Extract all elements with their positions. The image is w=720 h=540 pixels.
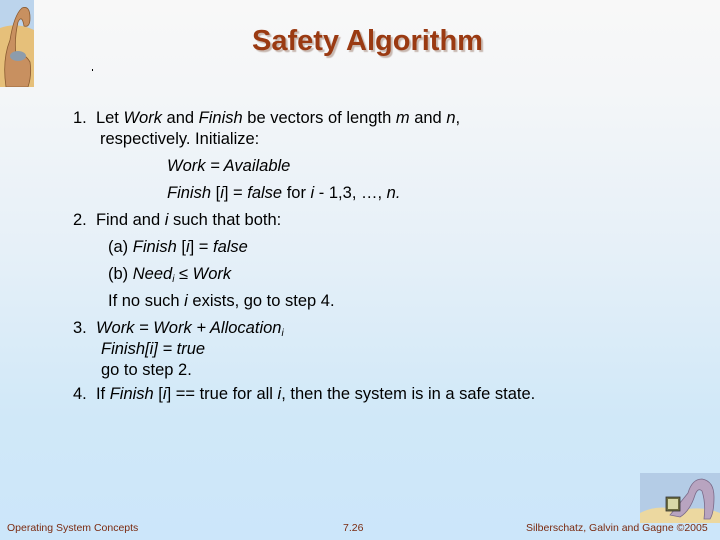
text: and	[161, 109, 199, 127]
step-4-line: 4. If Finish [i] == true for all i, then…	[73, 382, 535, 406]
step-3-line-3: go to step 2.	[101, 361, 192, 379]
text: Work	[123, 109, 162, 127]
text: [	[211, 184, 221, 202]
text: ] = true	[153, 340, 206, 358]
text: and	[409, 109, 447, 127]
text: for	[282, 184, 311, 202]
text: [	[153, 385, 163, 403]
stray-dot	[92, 69, 93, 71]
slide-title: Safety Algorithm	[252, 25, 483, 57]
text: Let	[95, 109, 124, 127]
footer-copyright: Silberschatz, Galvin and Gagne ©2005	[526, 522, 708, 534]
text: ,	[455, 109, 461, 127]
text: Finish	[132, 238, 177, 256]
text: If no such	[108, 292, 185, 310]
text: ≤	[174, 265, 193, 283]
text: n	[446, 109, 456, 127]
text: Need	[132, 265, 173, 283]
text: ] =	[223, 184, 248, 202]
text: i	[281, 328, 284, 339]
text: (a)	[108, 238, 133, 256]
text: exists, go to step 4.	[187, 292, 335, 310]
text: - 1,3, …,	[314, 184, 387, 202]
dinosaur-laptop-illustration-icon	[640, 473, 720, 523]
text: Work = Work + Allocation	[95, 319, 282, 337]
step-1-line-4: Finish [i] = false for i - 1,3, …, n.	[167, 181, 400, 205]
text: If	[95, 385, 110, 403]
text: Finish	[198, 109, 243, 127]
text: [	[176, 238, 186, 256]
text: such that both:	[168, 211, 282, 229]
footer-page-number: 7.26	[343, 522, 364, 534]
text: , then the system is in a safe state.	[281, 385, 536, 403]
step-1-line-2: respectively. Initialize:	[100, 130, 260, 148]
text: ] == true for all	[166, 385, 278, 403]
step-2-line-4: If no such i exists, go to step 4.	[108, 289, 335, 313]
step-1-line-3: Work = Available	[167, 154, 290, 178]
step-number: 4.	[73, 385, 87, 403]
text: false	[213, 238, 248, 256]
text: Work = Available	[167, 157, 291, 175]
text: Finish	[167, 184, 212, 202]
text: Find and	[95, 211, 165, 229]
text: ] =	[189, 238, 213, 256]
step-2-condition-b: (b) Needi ≤ Work	[108, 262, 231, 292]
text: m	[395, 109, 410, 127]
text: be vectors of length	[242, 109, 396, 127]
step-2-line-1: 2. Find and i such that both:	[73, 208, 281, 232]
text: Finish	[101, 340, 146, 358]
text: Finish	[109, 385, 154, 403]
step-number: 1.	[73, 109, 87, 127]
footer-course-title: Operating System Concepts	[7, 522, 139, 534]
step-number: 3.	[73, 319, 87, 337]
step-2-condition-a: (a) Finish [i] = false	[108, 235, 248, 259]
text: Work	[192, 265, 232, 283]
text: n.	[386, 184, 401, 202]
text: false	[247, 184, 283, 202]
step-number: 2.	[73, 211, 87, 229]
text: (b)	[108, 265, 133, 283]
